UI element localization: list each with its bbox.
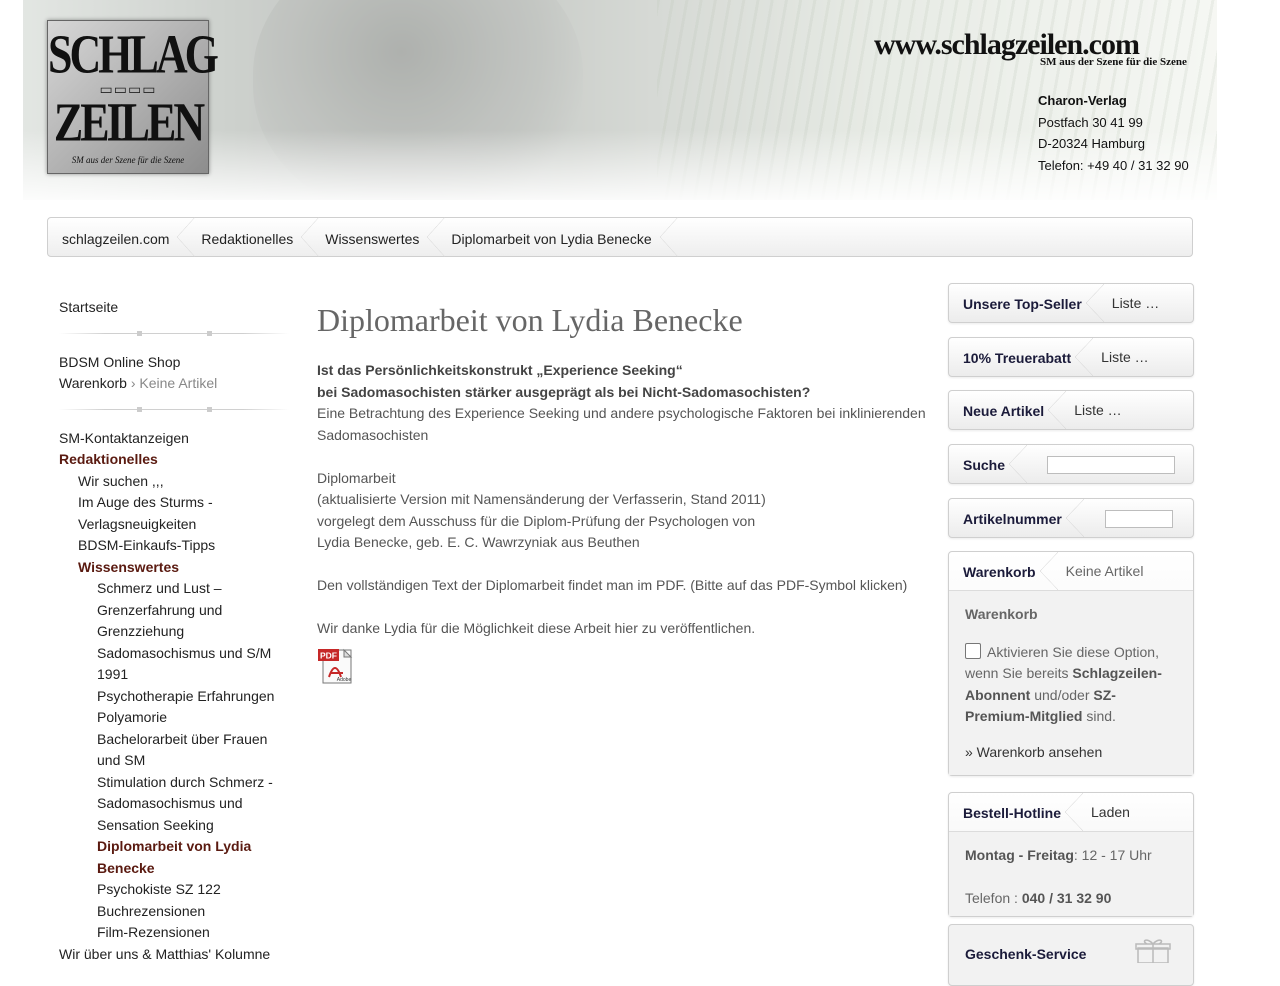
- nav-cart-link[interactable]: Warenkorb: [59, 375, 127, 391]
- article-number-input[interactable]: [1105, 510, 1173, 528]
- hotline-laden-link[interactable]: Laden: [1083, 804, 1130, 820]
- treuerabatt-list-link[interactable]: Liste …: [1093, 349, 1148, 365]
- meta-version: (aktualisierte Version mit Namensänderun…: [317, 491, 766, 507]
- breadcrumb-item-current[interactable]: Diplomarbeit von Lydia Benecke: [445, 217, 678, 257]
- box-treuerabatt: 10% Treuerabatt Liste …: [948, 337, 1194, 377]
- hotline-hours: Montag - Freitag: 12 - 17 Uhr: [965, 847, 1152, 863]
- page-title: Diplomarbeit von Lydia Benecke: [317, 302, 743, 338]
- logo-word-schlag: SCHLAG: [48, 23, 219, 85]
- breadcrumb-item-home[interactable]: schlagzeilen.com: [48, 217, 196, 257]
- publisher-city: D-20324 Hamburg: [1038, 136, 1145, 151]
- nav-item[interactable]: Psychokiste SZ 122: [59, 879, 289, 901]
- top-seller-list-link[interactable]: Liste …: [1104, 295, 1159, 311]
- site-logo[interactable]: SCHLAG ▭▭▭▭ ZEILEN SM aus der Szene für …: [47, 20, 219, 174]
- box-warenkorb: Warenkorb Keine Artikel Warenkorb Aktivi…: [948, 551, 1194, 776]
- pdf-note: Den vollständigen Text der Diplomarbeit …: [317, 577, 908, 593]
- nav-online-shop[interactable]: BDSM Online Shop: [59, 352, 289, 374]
- thanks-text: Wir danke Lydia für die Möglichkeit dies…: [317, 620, 756, 636]
- hotline-phone: Telefon : 040 / 31 32 90: [965, 890, 1112, 906]
- nav-item[interactable]: Stimulation durch Schmerz - Sadomasochis…: [59, 772, 289, 837]
- warenkorb-status: Keine Artikel: [1065, 563, 1144, 579]
- nav-divider: [59, 406, 289, 412]
- nav-item[interactable]: Wissenswertes: [59, 557, 289, 579]
- box-suche: Suche: [948, 444, 1194, 484]
- meta-author: Lydia Benecke, geb. E. C. Wawrzyniak aus…: [317, 534, 640, 550]
- nav-item[interactable]: Redaktionelles: [59, 449, 289, 471]
- intro-text: Eine Betrachtung des Experience Seeking …: [317, 405, 926, 443]
- box-top-seller: Unsere Top-Seller Liste …: [948, 283, 1194, 323]
- publisher-name: Charon-Verlag: [1038, 93, 1127, 108]
- meta-type: Diplomarbeit: [317, 469, 396, 486]
- publisher-phone: Telefon: +49 40 / 31 32 90: [1038, 157, 1189, 173]
- geschenk-service-title: Geschenk-Service: [965, 946, 1087, 962]
- abonnent-checkbox[interactable]: [965, 642, 981, 659]
- tab-artikelnummer: Artikelnummer: [949, 499, 1084, 537]
- breadcrumb: schlagzeilen.com Redaktionelles Wissensw…: [47, 217, 1193, 257]
- breadcrumb-item-redaktionelles[interactable]: Redaktionelles: [195, 217, 320, 257]
- main-content: Diplomarbeit von Lydia Benecke Ist das P…: [317, 300, 927, 685]
- intro-question-line-1: Ist das Persönlichkeitskonstrukt „Experi…: [317, 362, 683, 378]
- meta-committee: vorgelegt dem Ausschuss für die Diplom-P…: [317, 512, 756, 529]
- tab-top-seller[interactable]: Unsere Top-Seller: [949, 284, 1104, 322]
- breadcrumb-item-wissenswertes[interactable]: Wissenswertes: [319, 217, 446, 257]
- publisher-street: Postfach 30 41 99: [1038, 114, 1143, 130]
- nav-item[interactable]: SM-Kontaktanzeigen: [59, 428, 289, 450]
- nav-item[interactable]: Im Auge des Sturms - Verlagsneuigkeiten: [59, 492, 289, 535]
- tab-warenkorb[interactable]: Warenkorb: [949, 552, 1058, 590]
- box-geschenk-service: Geschenk-Service: [948, 924, 1194, 986]
- nav-divider: [59, 330, 289, 336]
- tab-neue-artikel[interactable]: Neue Artikel: [949, 391, 1067, 429]
- gift-icon: [1135, 939, 1171, 963]
- svg-text:Adobe: Adobe: [337, 677, 352, 683]
- nav-item-list: SM-Kontaktanzeigen Redaktionelles Wir such…: [59, 428, 289, 966]
- tab-bestell-hotline[interactable]: Bestell-Hotline: [949, 793, 1084, 831]
- nav-item[interactable]: Wir suchen ,,,: [59, 471, 289, 493]
- publisher-address: Charon-Verlag Postfach 30 41 99 D-20324 …: [1038, 90, 1189, 176]
- warenkorb-heading: Warenkorb: [965, 606, 1038, 622]
- nav-item[interactable]: BDSM-Einkaufs-Tipps: [59, 535, 289, 557]
- left-navigation: Startseite BDSM Online Shop Warenkorb › …: [59, 297, 289, 965]
- tab-suche: Suche: [949, 445, 1028, 483]
- search-input[interactable]: [1047, 456, 1175, 474]
- nav-cart-line: Warenkorb › Keine Artikel: [59, 375, 218, 391]
- nav-item[interactable]: Bachelorarbeit über Frauen und SM: [59, 729, 289, 772]
- nav-cart-status: Keine Artikel: [139, 375, 218, 391]
- logo-word-zeilen: ZEILEN: [53, 91, 205, 153]
- site-tagline: SM aus der Szene für die Szene: [1040, 56, 1187, 68]
- nav-item[interactable]: Psychotherapie Erfahrungen: [59, 686, 289, 708]
- nav-item[interactable]: Polyamorie: [59, 707, 289, 729]
- intro-question-line-2: bei Sadomasochisten stärker ausgeprägt a…: [317, 383, 811, 400]
- tab-treuerabatt[interactable]: 10% Treuerabatt: [949, 338, 1094, 376]
- page: SCHLAG ▭▭▭▭ ZEILEN SM aus der Szene für …: [0, 0, 1280, 986]
- nav-item[interactable]: Schmerz und Lust – Grenzerfahrung und Gr…: [59, 578, 289, 643]
- neue-artikel-list-link[interactable]: Liste …: [1066, 402, 1121, 418]
- nav-item[interactable]: Sadomasochismus und S/M 1991: [59, 643, 289, 686]
- svg-text:PDF: PDF: [320, 651, 337, 661]
- box-artikelnummer: Artikelnummer: [948, 498, 1194, 538]
- logo-tagline: SM aus der Szene für die Szene: [71, 155, 185, 165]
- box-neue-artikel: Neue Artikel Liste …: [948, 390, 1194, 430]
- nav-item[interactable]: Wir über uns & Matthias' Kolumne: [59, 944, 289, 966]
- abonnent-option: Aktivieren Sie diese Option, wenn Sie be…: [965, 642, 1162, 724]
- nav-item[interactable]: Buchrezensionen: [59, 901, 289, 923]
- nav-item[interactable]: Film-Rezensionen: [59, 922, 289, 944]
- nav-item[interactable]: Diplomarbeit von Lydia Benecke: [59, 836, 289, 879]
- view-cart-link[interactable]: » Warenkorb ansehen: [965, 742, 1177, 764]
- nav-startseite[interactable]: Startseite: [59, 297, 289, 319]
- pdf-adobe-icon[interactable]: PDF Adobe: [317, 647, 355, 685]
- box-bestell-hotline: Bestell-Hotline Laden Montag - Freitag: …: [948, 792, 1194, 917]
